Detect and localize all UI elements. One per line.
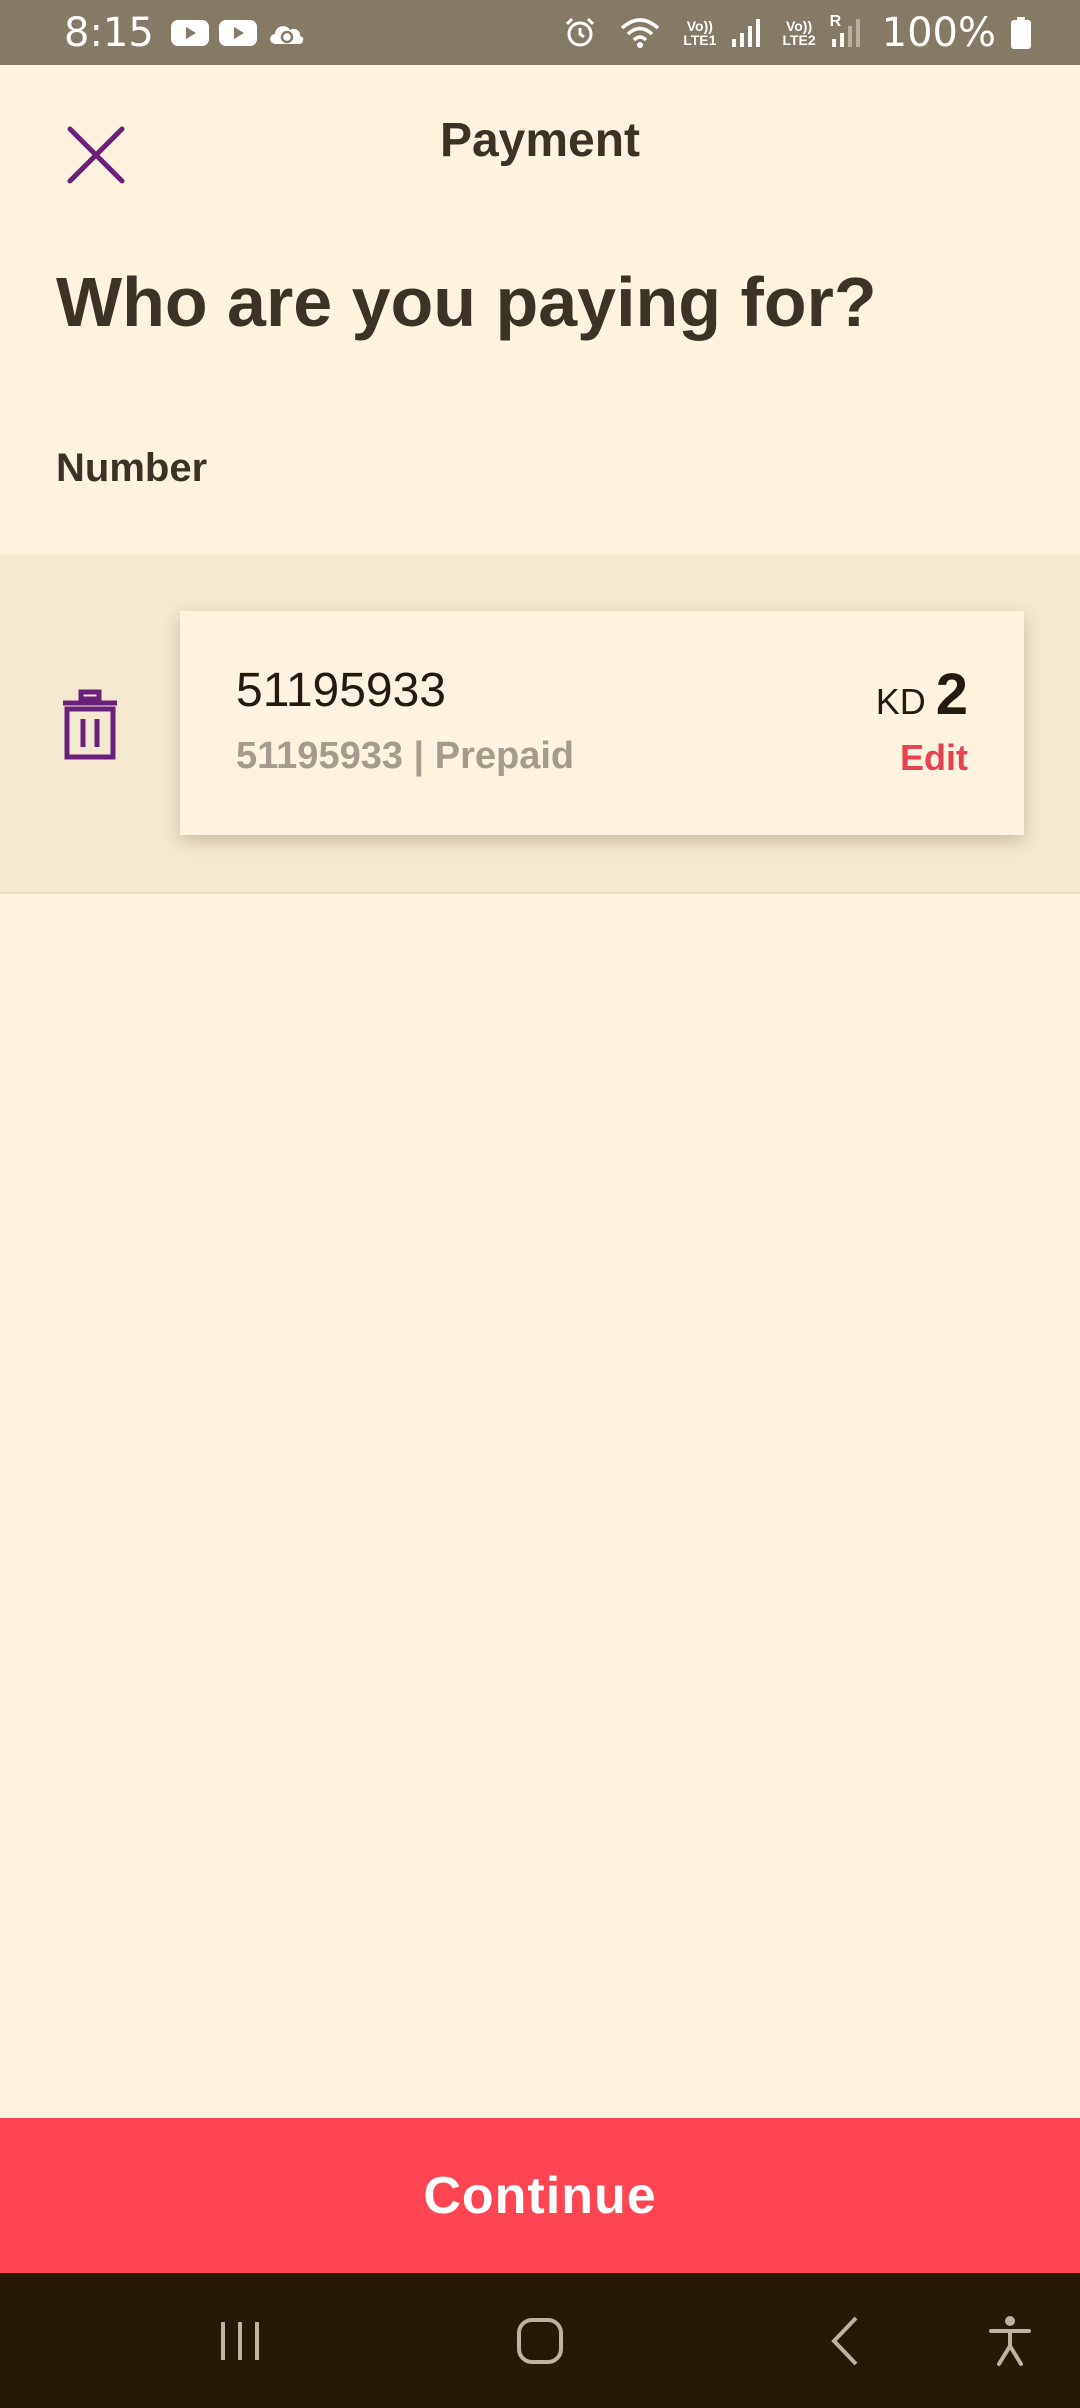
battery-percent: 100%	[881, 9, 996, 56]
number-card[interactable]: 51195933 51195933 | Prepaid KD 2 Edit	[180, 611, 1024, 835]
status-time: 8:15	[64, 9, 154, 56]
recent-apps-button[interactable]	[180, 2273, 300, 2408]
section-label-number: Number	[56, 446, 208, 490]
currency-label: KD	[875, 681, 926, 722]
back-button[interactable]	[786, 2273, 906, 2408]
header: Payment	[0, 65, 1080, 230]
page-title: Payment	[439, 114, 641, 167]
card-subtitle: 51195933 | Prepaid	[236, 735, 575, 777]
signal-icon	[730, 17, 761, 49]
edit-link[interactable]: Edit	[900, 737, 968, 779]
status-bar: 8:15 Vo)) LTE1 Vo)) LTE2 R 100%	[0, 0, 1080, 65]
list-item: 51195933 51195933 | Prepaid KD 2 Edit	[0, 554, 1080, 894]
status-indicators: Vo)) LTE1 Vo)) LTE2 R 100%	[563, 10, 1040, 56]
wifi-icon	[619, 16, 661, 50]
amount-value: 2	[935, 662, 968, 727]
roaming-indicator: R	[829, 12, 842, 30]
home-button[interactable]	[480, 2273, 600, 2408]
accessibility-button[interactable]	[960, 2273, 1060, 2408]
continue-button[interactable]: Continue	[0, 2118, 1080, 2273]
youtube-icon	[218, 18, 258, 48]
recent-apps-icon	[221, 2321, 259, 2360]
delete-button[interactable]	[52, 684, 128, 766]
navigation-bar	[0, 2273, 1080, 2408]
sim2-network-label: Vo)) LTE2	[782, 17, 816, 48]
accessibility-icon	[989, 2315, 1031, 2366]
card-amount: KD 2	[876, 661, 968, 728]
signal-icon: R	[830, 13, 860, 49]
cloud-sync-icon	[266, 18, 306, 48]
back-icon	[831, 2316, 858, 2365]
page-heading: Who are you paying for?	[56, 263, 877, 341]
home-icon	[517, 2317, 563, 2364]
youtube-icon	[170, 18, 210, 48]
battery-icon	[1010, 16, 1032, 50]
sim1-network-label: Vo)) LTE1	[683, 17, 717, 48]
alarm-icon	[563, 16, 597, 50]
trash-icon	[63, 689, 117, 760]
card-number: 51195933	[236, 664, 446, 717]
